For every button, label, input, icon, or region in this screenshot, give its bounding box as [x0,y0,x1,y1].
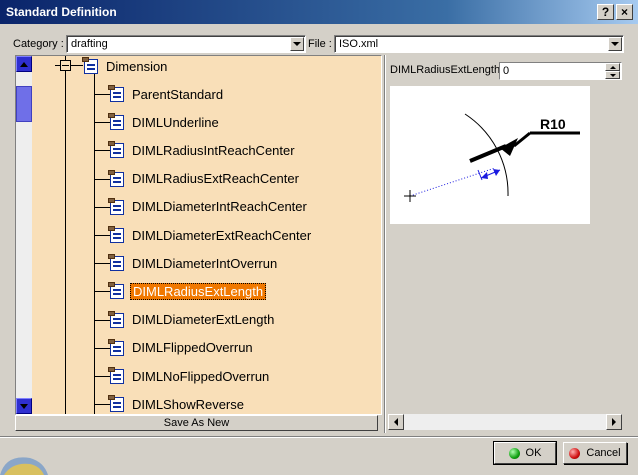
scroll-thumb[interactable] [16,86,32,122]
tree-item-label: DIMLNoFlippedOverrun [132,368,270,384]
tree-item-label: DIMLDiameterIntOverrun [132,255,278,271]
tree-item-dimension[interactable]: Dimension [82,56,169,76]
tree-item[interactable]: DIMLRadiusExtReachCenter [108,169,301,189]
file-dropdown-button[interactable] [608,37,622,51]
ok-button[interactable]: OK [493,441,557,465]
parameter-icon [108,367,126,385]
scroll-right-button[interactable] [606,414,622,430]
scroll-left-button[interactable] [388,414,404,430]
chevron-down-icon [293,42,301,46]
collapse-toggle[interactable] [60,60,71,71]
close-icon: × [620,5,628,19]
title-bar: Standard Definition ? × [0,0,638,24]
parameter-value[interactable]: 0 [503,65,509,77]
tree-item-label: DIMLDiameterIntReachCenter [132,199,307,215]
parameter-icon [108,338,126,357]
parameter-icon [108,197,126,216]
dimension-text: R10 [540,116,566,132]
app-logo [0,448,48,475]
arrow-up-icon [609,65,616,69]
scroll-down-button[interactable] [16,398,32,414]
tree-item-label: DIMLUnderline [132,114,219,130]
arrow-head [500,138,518,156]
arrow-up-icon [20,61,28,67]
help-icon: ? [601,5,610,19]
scroll-up-button[interactable] [16,56,32,72]
arrow-left-icon [394,418,398,426]
tree-root-line [65,56,66,414]
tree-item[interactable]: DIMLFlippedOverrun [108,338,255,358]
tree-item-label: DIMLRadiusExtReachCenter [132,171,299,187]
parameter-icon [108,169,126,188]
parameter-icon [108,395,126,413]
cancel-button[interactable]: Cancel [563,442,627,464]
tree-item[interactable]: DIMLUnderline [108,112,221,132]
category-dropdown-button[interactable] [290,37,304,51]
parameter-icon [108,254,126,272]
file-value: ISO.xml [339,38,379,50]
parameter-label: DIMLRadiusExtLength [390,64,501,76]
parameter-icon [108,141,126,159]
panel-splitter[interactable] [384,55,386,433]
tree-item[interactable]: DIMLDiameterExtLength [108,310,276,330]
cancel-label: Cancel [586,447,621,459]
parameter-preview: R10 [390,86,590,224]
category-label: Category : [13,38,64,50]
ok-icon [508,447,520,459]
category-combo[interactable]: drafting [66,35,306,53]
parameter-spinner[interactable]: 0 [499,62,622,80]
tree-item[interactable]: ParentStandard [108,84,225,104]
tree-vertical-scrollbar[interactable] [16,56,32,414]
tree-item[interactable]: DIMLNoFlippedOverrun [108,366,271,386]
parameter-icon [108,282,126,300]
help-button[interactable]: ? [597,4,614,20]
tree-item[interactable]: DIMLShowReverse [108,394,246,414]
document-icon [82,57,100,75]
tree-item[interactable]: DIMLDiameterIntOverrun [108,253,279,273]
tree-item-label: DIMLRadiusExtLength [130,282,267,300]
close-button[interactable]: × [616,4,633,20]
minus-icon [62,65,69,66]
tree-item-label: ParentStandard [132,86,224,102]
arrow-down-icon [609,73,616,77]
dimension-line [409,167,496,197]
category-value: drafting [71,38,108,50]
file-label: File : [308,38,332,50]
tree-item-label: DIMLDiameterExtLength [132,312,275,328]
save-as-new-button[interactable]: Save As New [15,415,378,431]
arrow-down-icon [20,403,28,409]
tree-item[interactable]: DIMLDiameterIntReachCenter [108,197,309,217]
length-tick [477,169,483,181]
tree-item-label: DIMLFlippedOverrun [132,340,253,356]
tree-item[interactable]: DIMLRadiusExtLength [108,281,267,301]
spin-up-button[interactable] [605,63,620,71]
length-arrow-left [481,172,488,179]
window-title: Standard Definition [6,5,117,19]
bottom-separator [0,436,638,438]
file-combo[interactable]: ISO.xml [334,35,624,53]
tree-item-label: DIMLDiameterExtReachCenter [132,227,312,243]
tree-child-line [94,74,95,414]
standard-tree-panel[interactable]: Dimension ParentStandard DIMLUnderline DIM… [15,55,382,415]
preview-horizontal-scrollbar[interactable] [388,414,622,430]
radius-dimension-illustration: R10 [404,113,580,202]
spin-down-button[interactable] [605,71,620,79]
parameter-icon [108,113,126,131]
tree-item[interactable]: DIMLDiameterExtReachCenter [108,225,313,245]
parameter-icon [108,85,126,103]
ok-label: OK [525,447,542,459]
tree-item[interactable]: DIMLRadiusIntReachCenter [108,140,297,160]
parameter-icon [108,226,126,244]
arrow-right-icon [612,418,616,426]
parameter-icon [108,310,126,329]
tree-item-label: DIMLRadiusIntReachCenter [132,142,295,158]
chevron-down-icon [611,42,619,46]
tree-item-label: DIMLShowReverse [132,396,244,412]
cancel-icon [569,447,581,459]
tree-item-label: Dimension [106,58,168,74]
